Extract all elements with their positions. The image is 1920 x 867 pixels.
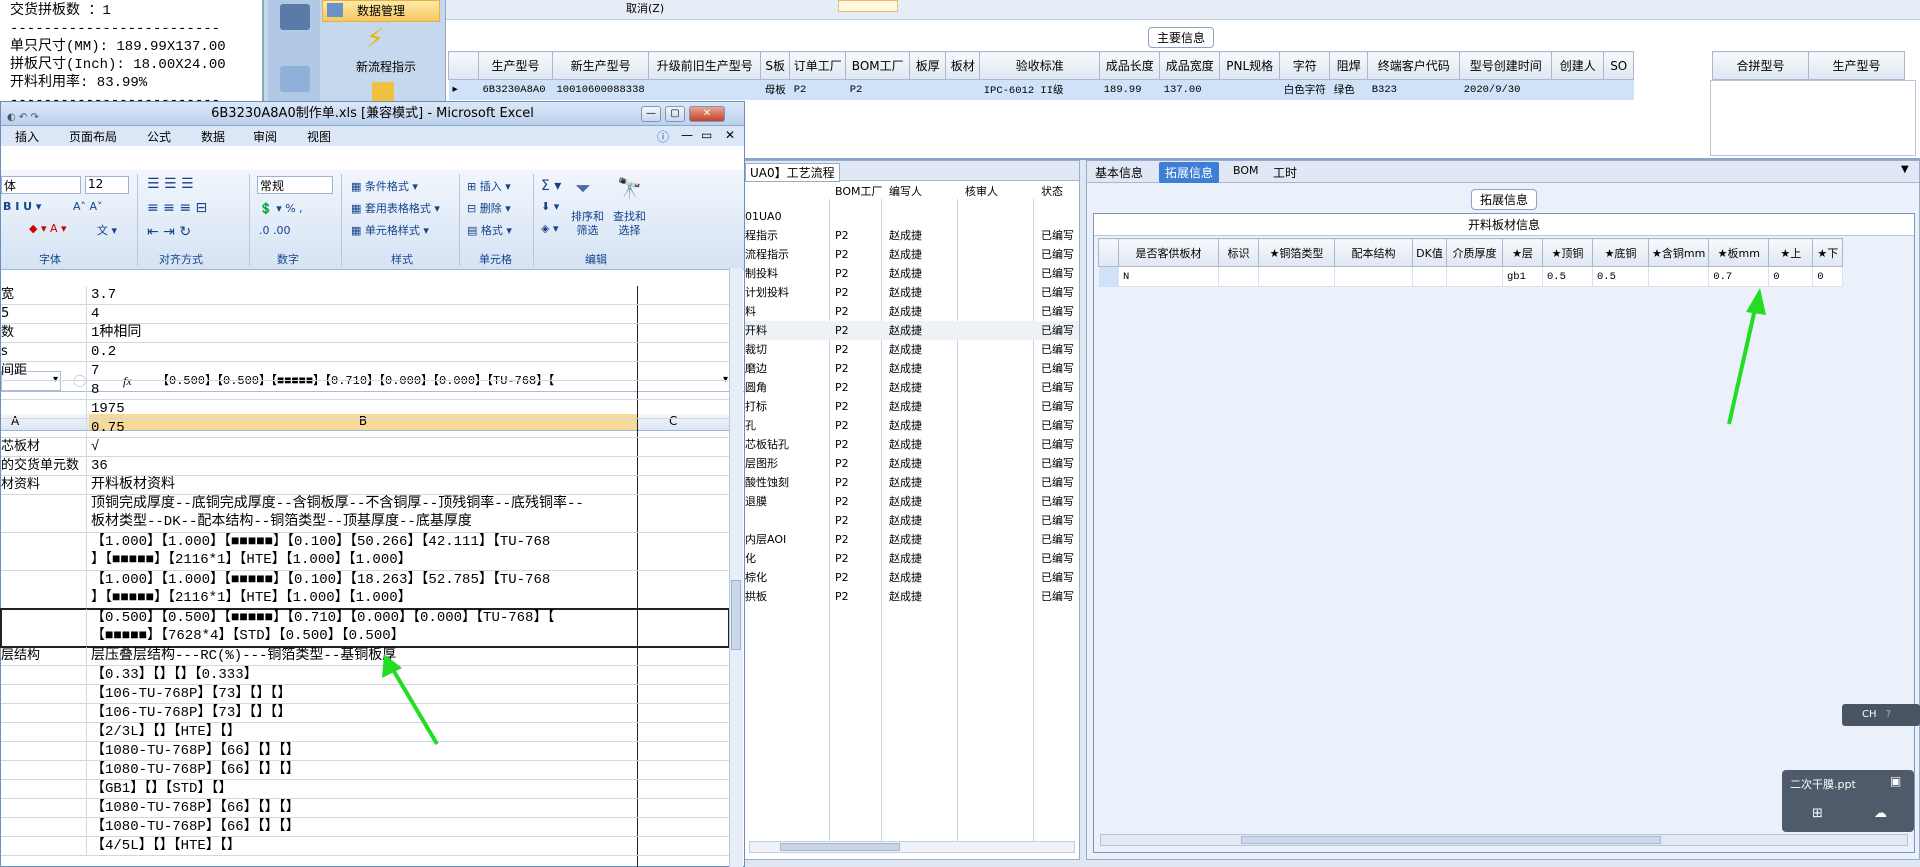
arrow-line xyxy=(1727,299,1759,425)
arrow-head xyxy=(1746,288,1766,315)
arrow-head xyxy=(382,654,402,678)
annotation-arrows xyxy=(382,288,1766,746)
arrow-line xyxy=(390,666,439,746)
